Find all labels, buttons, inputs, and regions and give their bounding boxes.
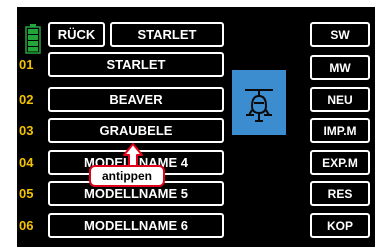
row-index: 06 <box>19 218 34 233</box>
export-model-button[interactable]: EXP.M <box>310 150 370 175</box>
row-index: 02 <box>19 92 34 107</box>
row-index: 04 <box>19 155 34 170</box>
battery-icon <box>25 24 41 54</box>
neu-button[interactable]: NEU <box>310 87 370 112</box>
transmitter-screen: RÜCK STARLET 01 STARLET 02 BEAVER 03 GRA… <box>17 7 375 247</box>
tap-hint-callout: antippen <box>89 165 165 187</box>
helicopter-icon <box>245 89 273 122</box>
import-model-button[interactable]: IMP.M <box>310 118 370 143</box>
model-row-3[interactable]: GRAUBELE <box>48 118 224 143</box>
reset-button[interactable]: RES <box>310 181 370 206</box>
mw-button[interactable]: MW <box>310 55 370 80</box>
model-row-1[interactable]: STARLET <box>48 52 224 77</box>
arrow-up-icon <box>123 143 143 167</box>
sw-button[interactable]: SW <box>310 22 370 47</box>
row-index: 01 <box>19 57 34 72</box>
model-row-2[interactable]: BEAVER <box>48 87 224 112</box>
row-index: 05 <box>19 186 34 201</box>
model-type-tile <box>232 70 286 135</box>
model-title: STARLET <box>110 22 224 47</box>
row-index: 03 <box>19 123 34 138</box>
model-row-6[interactable]: MODELLNAME 6 <box>48 213 224 238</box>
copy-button[interactable]: KOP <box>310 213 370 238</box>
back-button[interactable]: RÜCK <box>48 22 105 47</box>
